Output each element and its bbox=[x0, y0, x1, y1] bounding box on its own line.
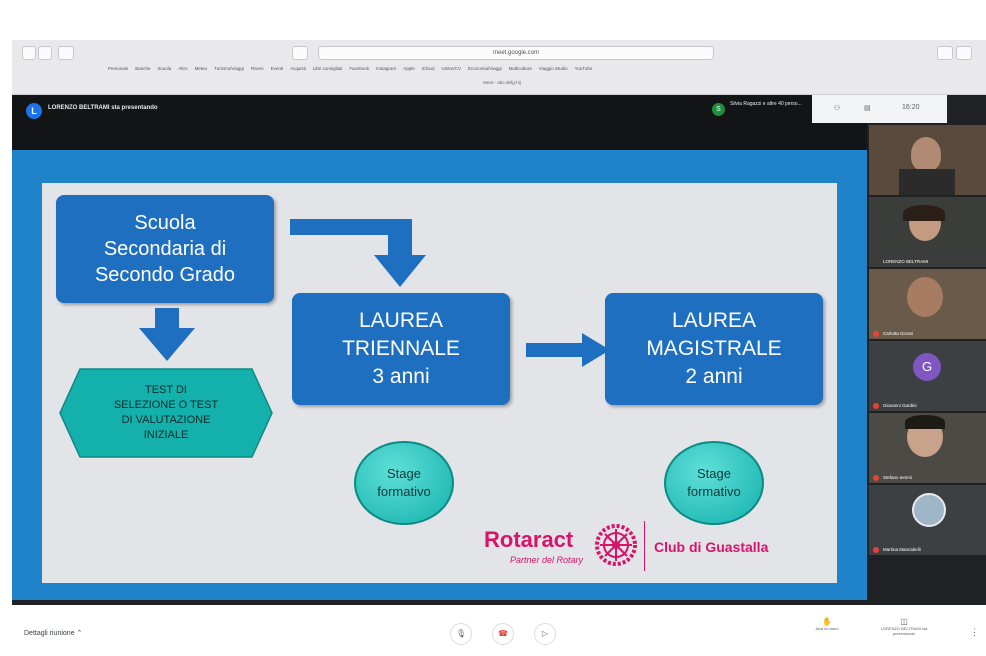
bookmarks-bar: Personale Banche Scuola Altro Meteo Turi… bbox=[30, 66, 986, 76]
participant-tile[interactable]: Stefano Iemmi bbox=[869, 413, 986, 483]
logo-divider bbox=[644, 521, 645, 571]
presenting-button[interactable]: ◫ LORENZO BELTRAMI sta presentando bbox=[874, 617, 934, 636]
oval-stage-formativo: Stage formativo bbox=[354, 441, 454, 525]
bookmark[interactable]: Scuola bbox=[158, 66, 172, 76]
share-button[interactable] bbox=[937, 46, 953, 60]
tabs-button[interactable] bbox=[956, 46, 972, 60]
arrow-bent-icon bbox=[290, 219, 426, 287]
bookmark[interactable]: iCloud bbox=[422, 66, 435, 76]
arrow-down-icon bbox=[139, 308, 195, 361]
tab-title[interactable]: Meet - abc-defg-hij bbox=[432, 80, 572, 88]
mic-off-icon bbox=[873, 547, 879, 553]
bookmark[interactable]: Personale bbox=[108, 66, 128, 76]
presenter-bar: L LORENZO BELTRAMI sta presentando S Sil… bbox=[12, 95, 867, 150]
address-bar[interactable]: meet.google.com bbox=[318, 46, 714, 60]
hex-line: DI VALUTAZIONE bbox=[121, 414, 211, 426]
bookmark[interactable]: Instagram bbox=[376, 66, 396, 76]
avatar: G bbox=[913, 353, 941, 381]
bookmark[interactable]: Altro bbox=[178, 66, 187, 76]
bookmark[interactable]: Rivers bbox=[251, 66, 264, 76]
bookmark[interactable]: Facebook bbox=[349, 66, 369, 76]
hex-line: SELEZIONE O TEST bbox=[113, 399, 219, 411]
hex-line: INIZIALE bbox=[143, 429, 189, 441]
bookmark[interactable]: Acquisti bbox=[290, 66, 306, 76]
arrow-right-icon bbox=[526, 333, 610, 367]
participant-tile[interactable] bbox=[869, 125, 986, 195]
chat-icon[interactable]: ▤ bbox=[864, 104, 871, 112]
participant-tile[interactable]: Carlotta Grossi bbox=[869, 269, 986, 339]
back-button[interactable] bbox=[22, 46, 36, 60]
oval-stage-formativo: Stage formativo bbox=[664, 441, 764, 525]
participant-video bbox=[899, 169, 955, 195]
chevron-up-icon: ⌃ bbox=[76, 630, 83, 637]
meet-window: L LORENZO BELTRAMI sta presentando S Sil… bbox=[12, 95, 986, 605]
participant-summary: Silvia Ragazzi e altre 40 perso... bbox=[730, 101, 802, 107]
participant-name: Carlotta Grossi bbox=[883, 331, 914, 336]
bookmark[interactable]: Economia/Viaggi bbox=[468, 66, 502, 76]
raise-hand-button[interactable]: ✋ Alza la mano bbox=[810, 617, 844, 631]
bookmark[interactable]: Eventi bbox=[271, 66, 284, 76]
presenting-label: LORENZO BELTRAMI sta presentando bbox=[880, 626, 928, 636]
slide-canvas: Scuola Secondaria di Secondo Grado LAURE… bbox=[42, 183, 837, 583]
bookmark[interactable]: YouTube bbox=[575, 66, 593, 76]
oval-line: formativo bbox=[687, 484, 741, 499]
participant-name: LORENZO BELTRAMI bbox=[883, 259, 929, 264]
oval-line: formativo bbox=[377, 484, 431, 499]
rotaract-logo-subtitle: Partner del Rotary bbox=[510, 555, 584, 565]
bookmark[interactable]: Libri consigliati bbox=[313, 66, 343, 76]
club-name: Club di Guastalla bbox=[654, 539, 769, 555]
hang-up-button[interactable]: ☎ bbox=[492, 623, 514, 645]
rotary-wheel-icon bbox=[595, 524, 637, 566]
clock-time: 16:20 bbox=[902, 104, 920, 111]
mic-button[interactable]: 🎙 bbox=[450, 623, 472, 645]
forward-button[interactable] bbox=[38, 46, 52, 60]
presented-slide: Scuola Secondaria di Secondo Grado LAURE… bbox=[12, 150, 867, 600]
rotaract-logo-text: Rotaract bbox=[484, 527, 574, 552]
raise-hand-label: Alza la mano bbox=[815, 626, 839, 631]
avatar bbox=[912, 493, 946, 527]
mic-off-icon bbox=[873, 475, 879, 481]
meeting-details-button[interactable]: Dettagli riunione ⌃ bbox=[24, 629, 82, 637]
bookmark[interactable]: Viaggio Studio bbox=[539, 66, 568, 76]
sidebar-button[interactable] bbox=[58, 46, 74, 60]
participant-name: Martina Mancabelli bbox=[883, 547, 921, 552]
participant-hair bbox=[905, 415, 945, 429]
present-icon: ◫ bbox=[900, 617, 908, 626]
bookmark[interactable]: Unitre/CV bbox=[441, 66, 461, 76]
participant-tile[interactable]: Martina Mancabelli bbox=[869, 485, 986, 555]
bookmark[interactable]: Meteo bbox=[195, 66, 208, 76]
more-options-icon[interactable]: ⋮ bbox=[970, 627, 979, 638]
presenter-label: LORENZO BELTRAMI sta presentando bbox=[48, 105, 158, 111]
participant-video bbox=[907, 277, 943, 317]
people-icon[interactable]: ⚇ bbox=[834, 104, 840, 112]
meet-bottom-bar: Dettagli riunione ⌃ 🎙 ☎ ▷ ✋ Alza la mano… bbox=[12, 605, 986, 656]
hex-line: TEST DI bbox=[145, 384, 187, 396]
participant-tile[interactable]: LORENZO BELTRAMI bbox=[869, 197, 986, 267]
participant-video bbox=[911, 137, 941, 171]
hexagon-test-text: TEST DI SELEZIONE O TEST DI VALUTAZIONE … bbox=[80, 373, 252, 453]
oval-line: Stage bbox=[697, 466, 731, 481]
participant-name: Stefano Iemmi bbox=[883, 475, 913, 480]
oval-line: Stage bbox=[387, 466, 421, 481]
meeting-details-label: Dettagli riunione bbox=[24, 630, 75, 637]
browser-toolbar: meet.google.com Personale Banche Scuola … bbox=[12, 40, 986, 95]
mic-off-icon bbox=[873, 331, 879, 337]
participant-hair bbox=[903, 205, 945, 221]
mic-off-icon bbox=[873, 403, 879, 409]
shield-icon[interactable] bbox=[292, 46, 308, 60]
camera-button[interactable]: ▷ bbox=[534, 623, 556, 645]
hand-icon: ✋ bbox=[822, 617, 832, 626]
avatar: S bbox=[712, 103, 725, 116]
participant-tile[interactable]: G Giovanni Gardini bbox=[869, 341, 986, 411]
avatar: L bbox=[26, 103, 42, 119]
meet-top-controls: ⚇ ▤ 16:20 bbox=[812, 95, 947, 123]
bookmark[interactable]: Banche bbox=[135, 66, 150, 76]
participant-name: Giovanni Gardini bbox=[883, 403, 917, 408]
bookmark[interactable]: Multicultura bbox=[509, 66, 532, 76]
bookmark[interactable]: Turismo/Viaggi bbox=[214, 66, 244, 76]
bookmark[interactable]: Apple bbox=[403, 66, 415, 76]
